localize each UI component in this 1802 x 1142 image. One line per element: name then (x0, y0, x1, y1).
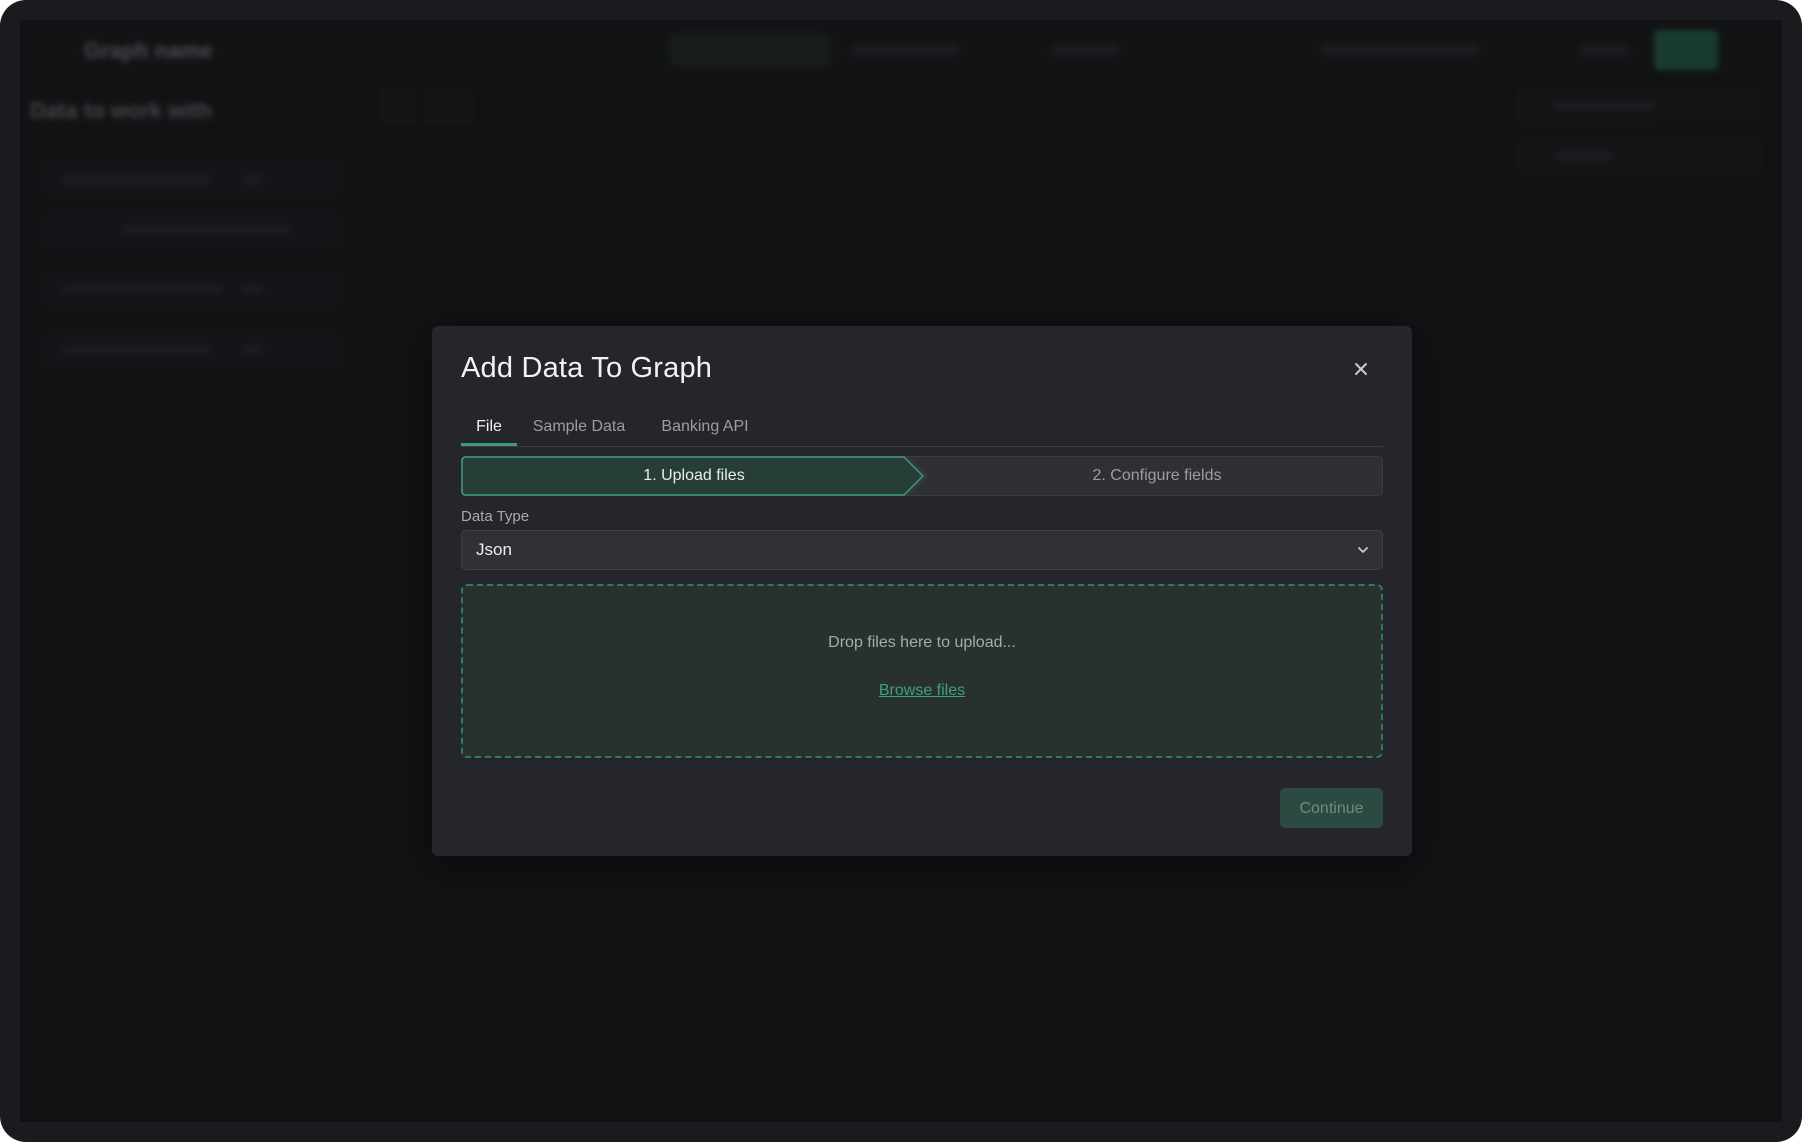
close-icon (1355, 363, 1367, 375)
device-frame: Graph name Data to work with Add Data To… (0, 0, 1802, 1142)
chevron-down-icon (1358, 547, 1368, 553)
file-dropzone[interactable]: Drop files here to upload... Browse file… (461, 584, 1383, 758)
source-tabs: File Sample Data Banking API (461, 410, 1383, 447)
step-upload-files-label: 1. Upload files (643, 467, 745, 484)
browse-files-link[interactable]: Browse files (463, 682, 1381, 700)
add-data-modal: Add Data To Graph File Sample Data Banki… (432, 326, 1412, 856)
app-window: Graph name Data to work with Add Data To… (20, 20, 1782, 1122)
dropzone-text: Drop files here to upload... (828, 634, 1016, 651)
upload-stepper: 1. Upload files 2. Configure fields (461, 456, 1383, 496)
continue-button[interactable]: Continue (1280, 788, 1383, 828)
data-type-value: Json (476, 540, 512, 559)
data-type-label: Data Type (461, 508, 530, 525)
step-upload-files[interactable]: 1. Upload files (461, 456, 931, 496)
modal-title: Add Data To Graph (461, 352, 713, 384)
close-button[interactable] (1350, 358, 1372, 380)
data-type-select[interactable]: Json (461, 530, 1383, 570)
tab-sample-data[interactable]: Sample Data (517, 410, 641, 446)
tab-file[interactable]: File (461, 410, 517, 446)
step-configure-fields[interactable]: 2. Configure fields (931, 456, 1383, 496)
tab-banking-api[interactable]: Banking API (645, 410, 765, 446)
